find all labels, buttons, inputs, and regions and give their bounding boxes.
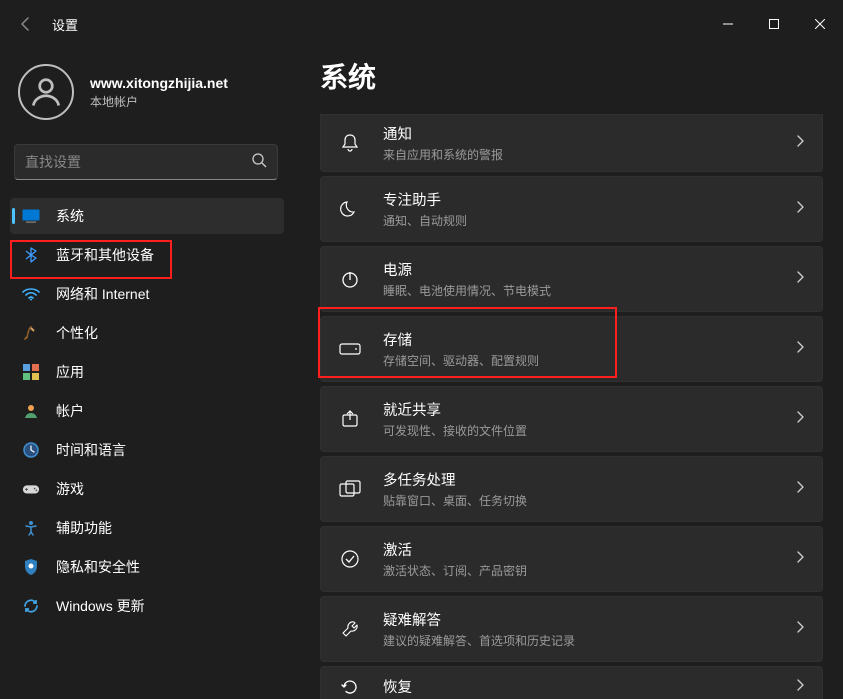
card-subtitle: 贴靠窗口、桌面、任务切换 — [383, 492, 527, 509]
sidebar-item-label: 辅助功能 — [56, 518, 112, 538]
sidebar-item-user[interactable]: 帐户 — [10, 393, 284, 429]
clock-icon — [22, 441, 40, 459]
sidebar-item-wifi[interactable]: 网络和 Internet — [10, 276, 284, 312]
recovery-icon — [339, 676, 361, 698]
chevron-right-icon — [796, 134, 804, 152]
card-subtitle: 通知、自动规则 — [383, 212, 467, 229]
card-title: 疑难解答 — [383, 609, 575, 630]
chevron-right-icon — [796, 678, 804, 696]
card-moon[interactable]: 专注助手通知、自动规则 — [320, 176, 823, 242]
card-title: 恢复 — [383, 676, 412, 697]
back-button[interactable] — [18, 16, 34, 32]
search-input[interactable] — [25, 154, 251, 170]
moon-icon — [339, 198, 361, 220]
card-share[interactable]: 就近共享可发现性、接收的文件位置 — [320, 386, 823, 452]
chevron-right-icon — [796, 340, 804, 358]
card-title: 专注助手 — [383, 189, 467, 210]
sidebar-item-label: 蓝牙和其他设备 — [56, 245, 154, 265]
sidebar-item-label: 时间和语言 — [56, 440, 126, 460]
minimize-button[interactable] — [705, 8, 751, 40]
card-title: 激活 — [383, 539, 527, 560]
card-title: 通知 — [383, 123, 503, 144]
card-title: 存储 — [383, 329, 539, 350]
card-subtitle: 可发现性、接收的文件位置 — [383, 422, 527, 439]
window-title: 设置 — [52, 15, 78, 34]
bluetooth-icon — [22, 246, 40, 264]
sidebar-item-label: 应用 — [56, 362, 84, 382]
troubleshoot-icon — [339, 618, 361, 640]
chevron-right-icon — [796, 550, 804, 568]
sidebar-item-accessibility[interactable]: 辅助功能 — [10, 510, 284, 546]
sidebar-item-update[interactable]: Windows 更新 — [10, 588, 284, 624]
sidebar: www.xitongzhijia.net 本地帐户 系统蓝牙和其他设备网络和 I… — [0, 48, 290, 699]
card-subtitle: 建议的疑难解答、首选项和历史记录 — [383, 632, 575, 649]
card-multitask[interactable]: 多任务处理贴靠窗口、桌面、任务切换 — [320, 456, 823, 522]
card-power[interactable]: 电源睡眠、电池使用情况、节电模式 — [320, 246, 823, 312]
account-type: 本地帐户 — [90, 93, 228, 110]
bell-icon — [339, 132, 361, 154]
account-username: www.xitongzhijia.net — [90, 75, 228, 91]
chevron-right-icon — [796, 620, 804, 638]
card-subtitle: 来自应用和系统的警报 — [383, 146, 503, 163]
maximize-button[interactable] — [751, 8, 797, 40]
card-list: 通知来自应用和系统的警报专注助手通知、自动规则电源睡眠、电池使用情况、节电模式存… — [320, 114, 823, 699]
sidebar-item-label: 隐私和安全性 — [56, 557, 140, 577]
card-subtitle: 存储空间、驱动器、配置规则 — [383, 352, 539, 369]
card-troubleshoot[interactable]: 疑难解答建议的疑难解答、首选项和历史记录 — [320, 596, 823, 662]
multitask-icon — [339, 478, 361, 500]
sidebar-item-system[interactable]: 系统 — [10, 198, 284, 234]
sidebar-item-label: 游戏 — [56, 479, 84, 499]
search-box[interactable] — [14, 144, 278, 180]
card-title: 就近共享 — [383, 399, 527, 420]
wifi-icon — [22, 285, 40, 303]
system-icon — [22, 207, 40, 225]
close-button[interactable] — [797, 8, 843, 40]
sidebar-item-label: 帐户 — [56, 401, 84, 421]
sidebar-item-label: Windows 更新 — [56, 596, 145, 616]
user-icon — [22, 402, 40, 420]
card-recovery[interactable]: 恢复 — [320, 666, 823, 699]
search-icon — [251, 152, 267, 173]
sidebar-item-privacy[interactable]: 隐私和安全性 — [10, 549, 284, 585]
card-title: 多任务处理 — [383, 469, 527, 490]
sidebar-item-apps[interactable]: 应用 — [10, 354, 284, 390]
sidebar-item-label: 网络和 Internet — [56, 284, 149, 304]
chevron-right-icon — [796, 200, 804, 218]
card-storage[interactable]: 存储存储空间、驱动器、配置规则 — [320, 316, 823, 382]
profile[interactable]: www.xitongzhijia.net 本地帐户 — [10, 58, 284, 138]
sidebar-item-bluetooth[interactable]: 蓝牙和其他设备 — [10, 237, 284, 273]
chevron-right-icon — [796, 270, 804, 288]
personalize-icon — [22, 324, 40, 342]
card-title: 电源 — [383, 259, 551, 280]
card-activation[interactable]: 激活激活状态、订阅、产品密钥 — [320, 526, 823, 592]
sidebar-item-label: 系统 — [56, 206, 84, 226]
sidebar-item-label: 个性化 — [56, 323, 98, 343]
card-subtitle: 睡眠、电池使用情况、节电模式 — [383, 282, 551, 299]
main-panel: 系统 通知来自应用和系统的警报专注助手通知、自动规则电源睡眠、电池使用情况、节电… — [290, 48, 843, 699]
power-icon — [339, 268, 361, 290]
accessibility-icon — [22, 519, 40, 537]
privacy-icon — [22, 558, 40, 576]
sidebar-item-personalize[interactable]: 个性化 — [10, 315, 284, 351]
card-subtitle: 激活状态、订阅、产品密钥 — [383, 562, 527, 579]
apps-icon — [22, 363, 40, 381]
chevron-right-icon — [796, 410, 804, 428]
storage-icon — [339, 338, 361, 360]
sidebar-item-gaming[interactable]: 游戏 — [10, 471, 284, 507]
gaming-icon — [22, 480, 40, 498]
card-bell[interactable]: 通知来自应用和系统的警报 — [320, 114, 823, 172]
activation-icon — [339, 548, 361, 570]
share-icon — [339, 408, 361, 430]
avatar-icon — [18, 64, 74, 120]
update-icon — [22, 597, 40, 615]
chevron-right-icon — [796, 480, 804, 498]
nav-list: 系统蓝牙和其他设备网络和 Internet 个性化应用帐户时间和语言游戏辅助功能隐… — [10, 198, 284, 624]
titlebar: 设置 — [0, 0, 843, 48]
page-heading: 系统 — [320, 56, 823, 96]
sidebar-item-clock[interactable]: 时间和语言 — [10, 432, 284, 468]
